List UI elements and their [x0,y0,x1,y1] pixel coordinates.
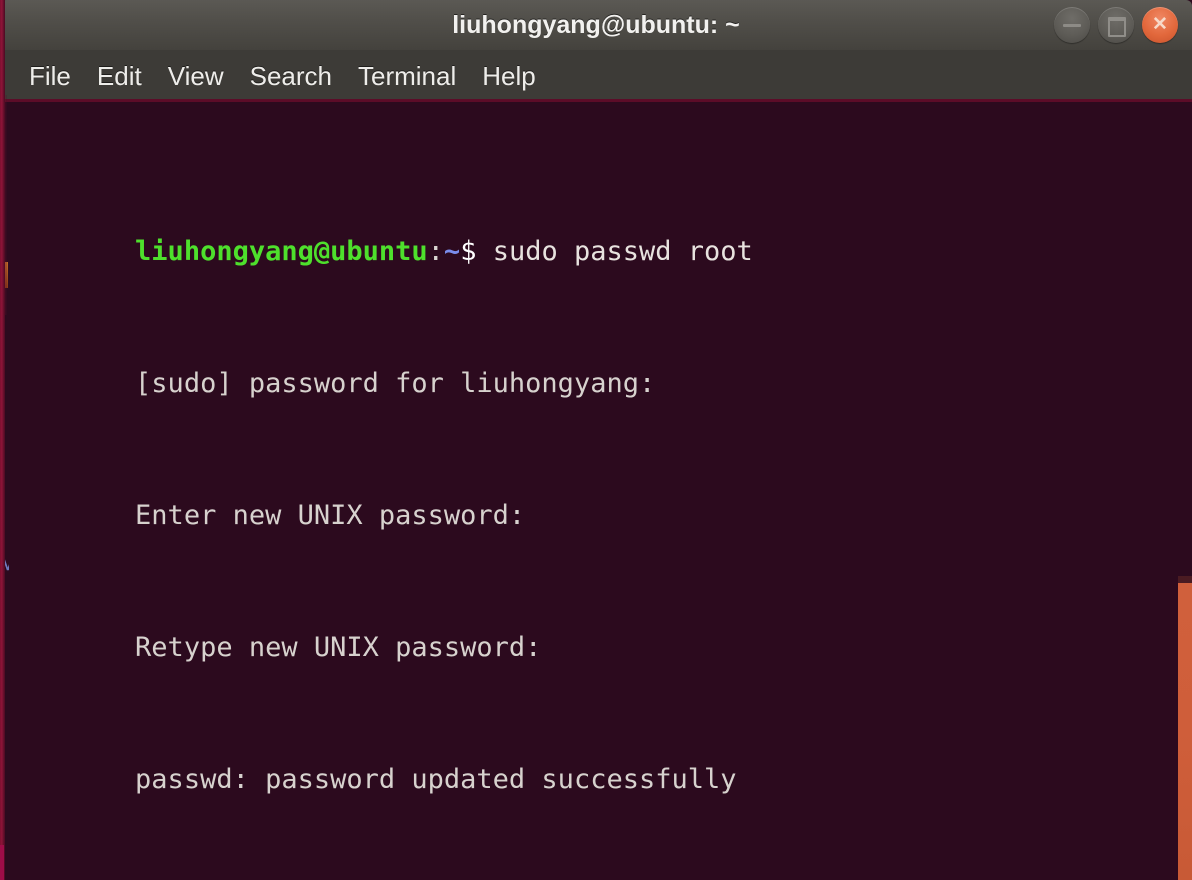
menu-item-view[interactable]: View [155,59,237,94]
terminal-output-text: passwd: password updated successfully [135,764,737,795]
menu-item-help[interactable]: Help [469,59,548,94]
minimize-icon [1063,24,1081,27]
title-bar[interactable]: liuhongyang@ubuntu: ~ ✕ [0,0,1192,50]
window-controls: ✕ [1054,7,1178,43]
menu-item-edit[interactable]: Edit [84,59,155,94]
terminal-line: passwd: password updated successfully [5,730,1185,795]
minimize-button[interactable] [1054,7,1090,43]
window-title: liuhongyang@ubuntu: ~ [452,11,740,39]
prompt-path: ~ [443,236,461,267]
terminal-line: liuhongyang@ubuntu:~$ [5,862,1185,880]
terminal-command: sudo passwd root [476,236,753,267]
maximize-button[interactable] [1098,7,1134,43]
menu-item-file[interactable]: File [16,59,84,94]
menu-item-terminal[interactable]: Terminal [345,59,469,94]
terminal-line: liuhongyang@ubuntu:~$ sudo passwd root [5,202,1185,267]
terminal-output-text: [sudo] password for liuhongyang: [135,368,672,399]
close-button[interactable]: ✕ [1142,7,1178,43]
terminal-output-text: Enter new UNIX password: [135,500,542,531]
close-icon: ✕ [1152,14,1168,35]
maximize-icon [1108,17,1126,37]
menu-bar: File Edit View Search Terminal Help [0,50,1192,102]
terminal-output-area: liuhongyang@ubuntu:~$ sudo passwd root [… [5,103,1185,880]
prompt-sigil: $ [460,236,477,267]
menu-item-search[interactable]: Search [237,59,345,94]
prompt-colon: : [427,236,444,267]
prompt-user-host: liuhongyang@ubuntu [135,236,428,267]
terminal-line: Enter new UNIX password: [5,466,1185,531]
terminal-window: liuhongyang@ubuntu:~$ sudo passwd root [… [0,0,1192,880]
terminal-screen[interactable]: liuhongyang@ubuntu:~$ sudo passwd root [… [0,102,1192,880]
window-border-bottom-left [0,845,4,880]
window-border-left [0,0,5,880]
background-window-strip [1178,582,1192,880]
menu-bar-underline [0,99,1192,102]
terminal-line: [sudo] password for liuhongyang: [5,334,1185,399]
terminal-line: Retype new UNIX password: [5,598,1185,663]
terminal-output-text: Retype new UNIX password: [135,632,558,663]
background-window-strip-cap [1178,576,1192,583]
